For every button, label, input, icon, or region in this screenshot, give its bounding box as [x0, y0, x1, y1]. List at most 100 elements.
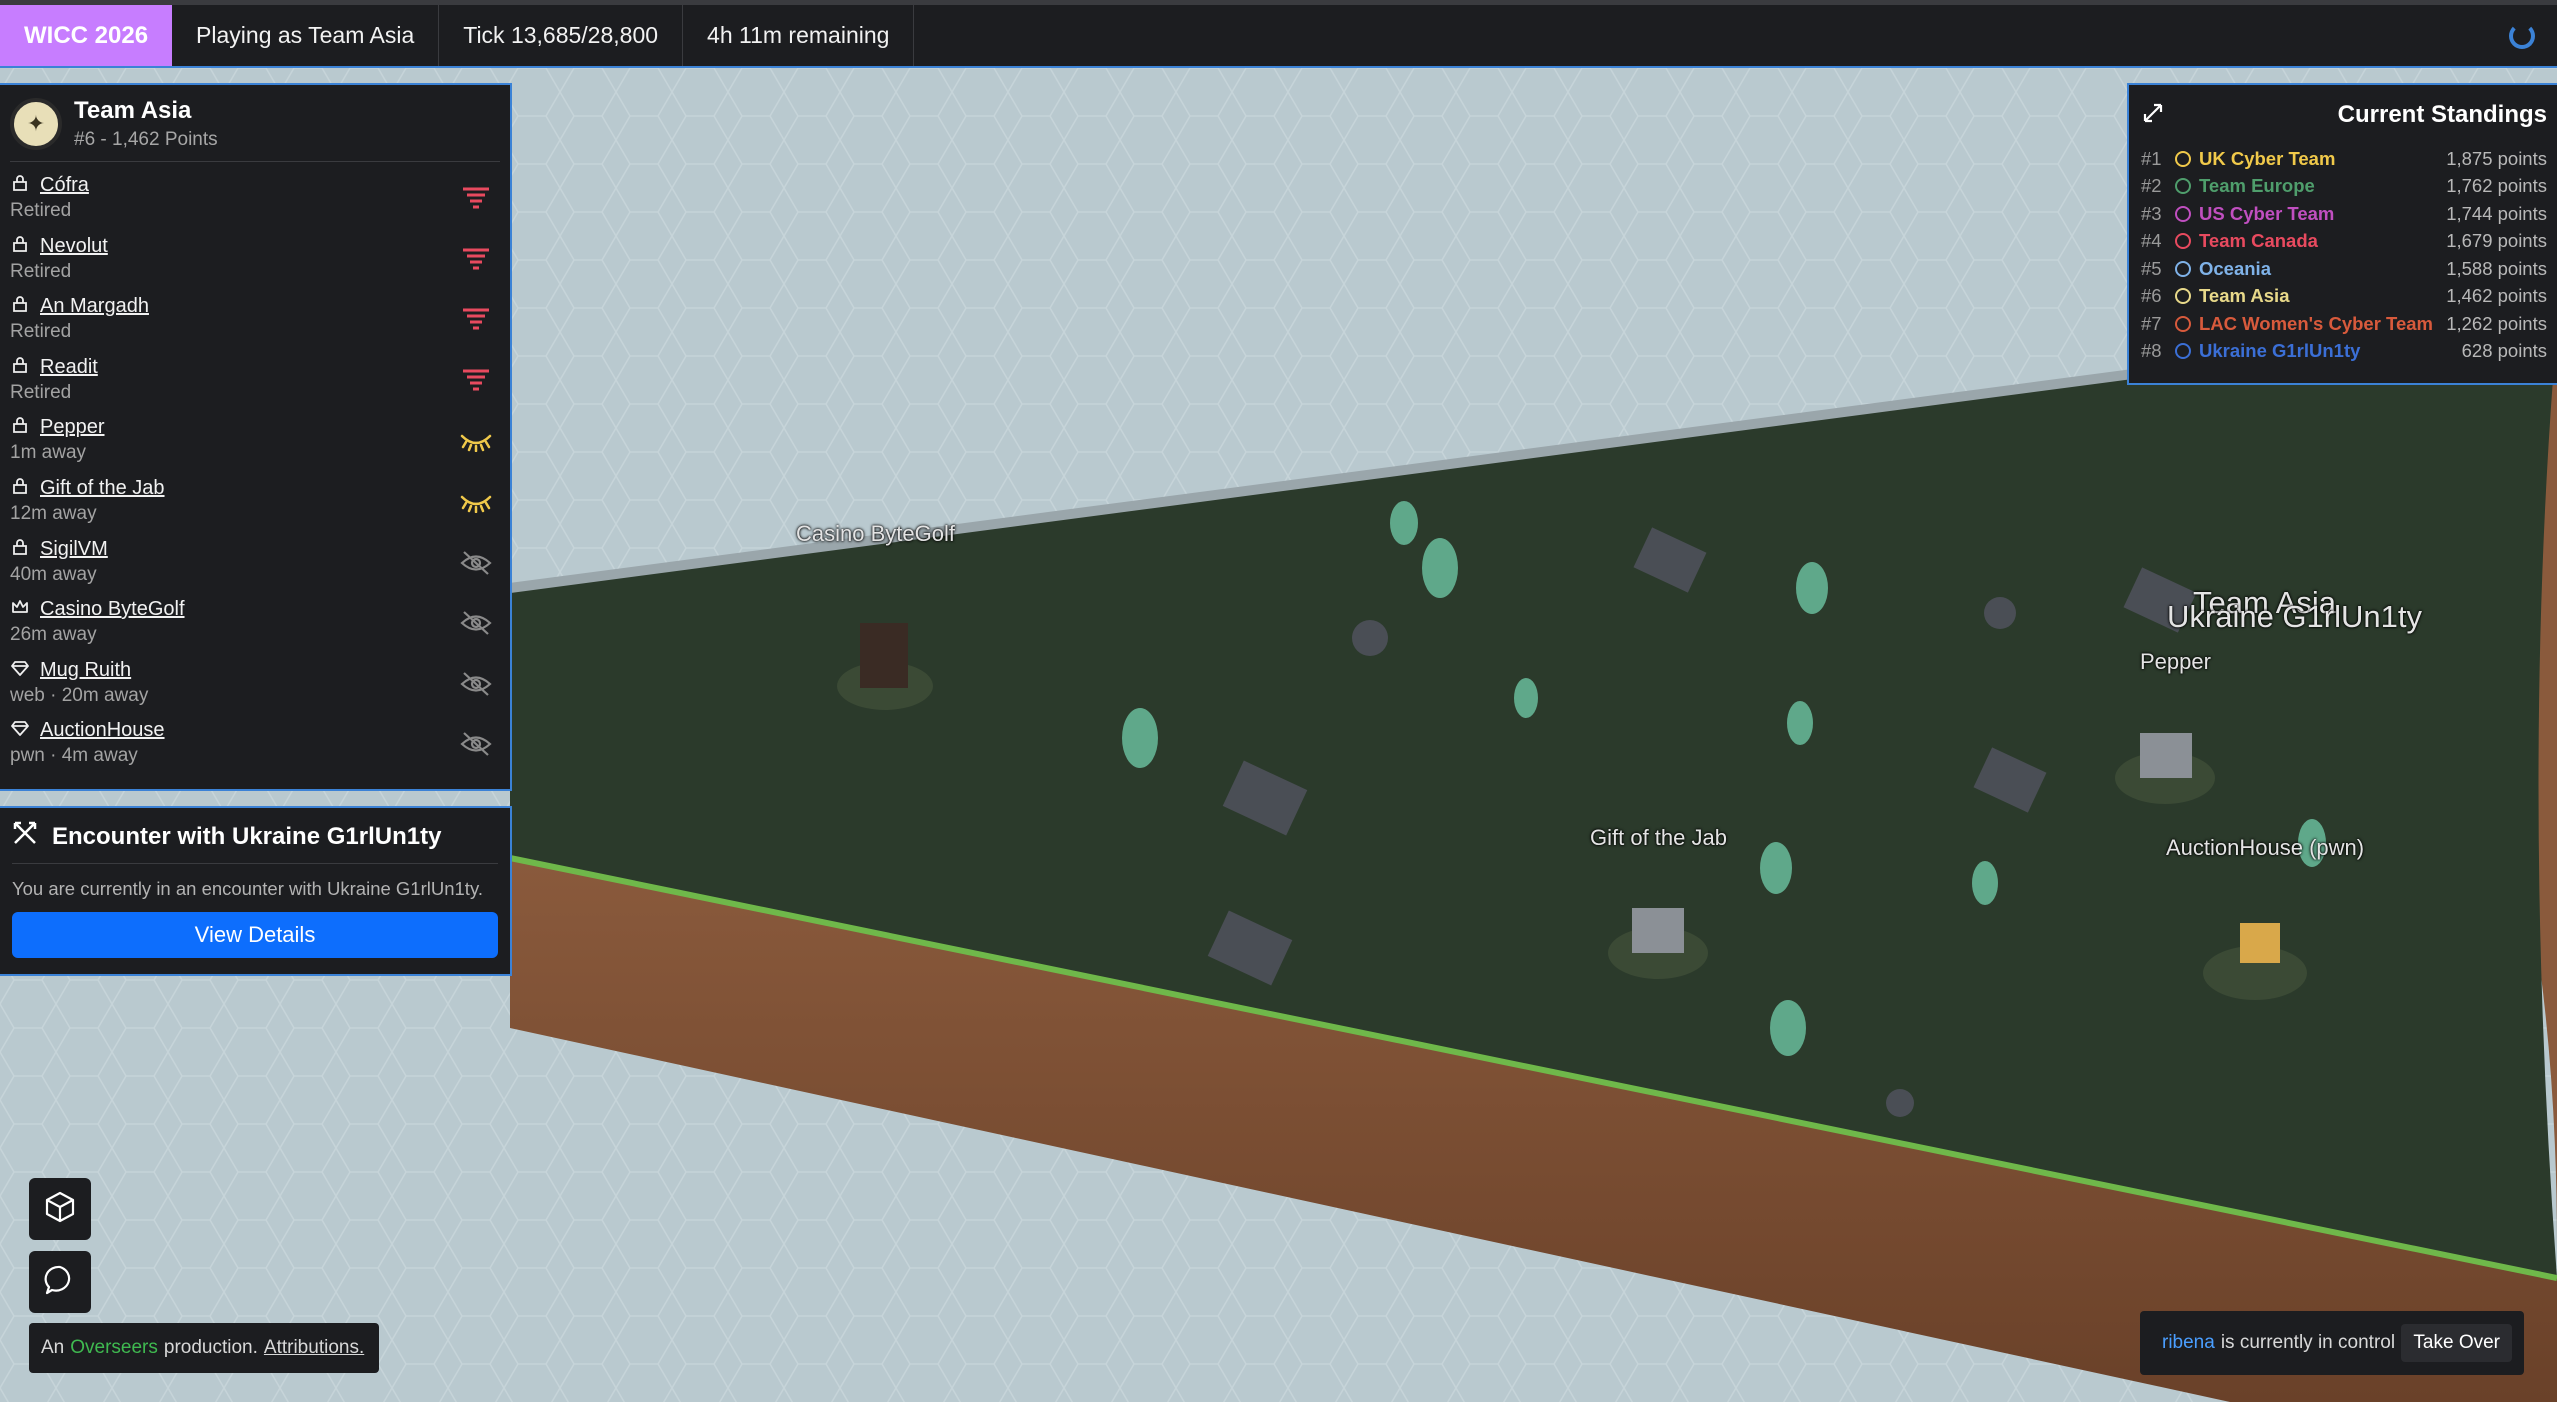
standings-rank: #8: [2141, 340, 2162, 362]
lock-icon: [10, 416, 30, 439]
standings-points: 1,462 points: [2446, 285, 2547, 307]
map-label-pepper: Pepper: [2140, 649, 2211, 674]
credit-middle: production.: [163, 1337, 258, 1358]
service-status: 12m away: [10, 502, 97, 524]
service-name-link[interactable]: Nevolut: [40, 235, 108, 258]
standings-rank: #7: [2141, 312, 2162, 334]
standings-header: Current Standings: [2141, 97, 2547, 133]
retired-status-icon: [458, 305, 494, 335]
service-name-link[interactable]: Pepper: [40, 416, 105, 439]
chat-button[interactable]: [29, 1251, 91, 1313]
attributions-link[interactable]: Attributions.: [264, 1337, 364, 1359]
retired-status-icon: [458, 245, 494, 275]
map-label-gift: Gift of the Jab: [1590, 825, 1727, 850]
standings-list: #1 UK Cyber Team 1,875 points #2 Team Europe…: [2141, 145, 2547, 365]
encounter-header: Encounter with Ukraine G1rlUn1ty: [12, 820, 498, 864]
standings-row[interactable]: #7 LAC Women's Cyber Team 1,262 points: [2141, 310, 2547, 338]
service-item[interactable]: Mug Ruith web · 20m away: [10, 655, 500, 716]
standings-row[interactable]: #3 US Cyber Team 1,744 points: [2141, 200, 2547, 228]
service-item[interactable]: Readit Retired: [10, 352, 500, 413]
standings-row[interactable]: #1 UK Cyber Team 1,875 points: [2141, 145, 2547, 173]
retired-status-icon: [458, 184, 494, 214]
service-item[interactable]: Nevolut Retired: [10, 231, 500, 292]
team-name: Team Asia: [74, 97, 192, 124]
tick-counter: Tick 13,685/28,800: [439, 5, 684, 66]
standings-row[interactable]: #2 Team Europe 1,762 points: [2141, 173, 2547, 201]
control-text: is currently in control: [2220, 1332, 2396, 1353]
standings-row[interactable]: #4 Team Canada 1,679 points: [2141, 228, 2547, 256]
encounter-title: Encounter with Ukraine G1rlUn1ty: [52, 822, 442, 850]
team-rank-points: #6 - 1,462 Points: [74, 129, 218, 150]
expand-icon[interactable]: [2141, 101, 2165, 130]
service-name-link[interactable]: Gift of the Jab: [40, 477, 165, 500]
time-remaining: 4h 11m remaining: [683, 5, 915, 66]
standings-points: 1,762 points: [2446, 175, 2547, 197]
lock-icon: [10, 174, 30, 197]
map-label-auction: AuctionHouse (pwn): [2166, 835, 2365, 860]
view-details-button[interactable]: View Details: [12, 912, 498, 958]
team-emblem-icon: [2175, 233, 2191, 250]
service-title-row: AuctionHouse: [10, 719, 500, 742]
encounter-description: You are currently in an encounter with U…: [12, 878, 483, 899]
service-name-link[interactable]: An Margadh: [40, 295, 149, 318]
standings-title: Current Standings: [2337, 101, 2547, 128]
service-item[interactable]: Casino ByteGolf 26m away: [10, 594, 500, 655]
cube-icon: [43, 1190, 77, 1229]
lock-icon: [10, 477, 30, 500]
standings-points: 1,588 points: [2446, 257, 2547, 279]
hidden-status-icon: [458, 729, 494, 759]
service-name-link[interactable]: AuctionHouse: [40, 719, 165, 742]
take-over-button[interactable]: Take Over: [2401, 1324, 2512, 1362]
standings-team-name: Ukraine G1rlUn1ty: [2199, 340, 2361, 362]
service-item[interactable]: Cófra Retired: [10, 170, 500, 231]
3d-view-button[interactable]: [29, 1178, 91, 1240]
gem-icon: [10, 659, 30, 682]
service-item[interactable]: Pepper 1m away: [10, 412, 500, 473]
service-title-row: Gift of the Jab: [10, 477, 500, 500]
service-status: Retired: [10, 260, 72, 282]
team-emblem-icon: [2175, 260, 2191, 277]
standings-rank: #5: [2141, 257, 2162, 279]
standings-team-name: Team Canada: [2199, 230, 2318, 252]
standings-row[interactable]: #5 Oceania 1,588 points: [2141, 255, 2547, 283]
hidden-status-icon: [458, 669, 494, 699]
standings-row[interactable]: #6 Team Asia 1,462 points: [2141, 283, 2547, 311]
team-emblem-icon: [2175, 288, 2191, 305]
service-status: Retired: [10, 321, 72, 343]
standings-points: 628 points: [2461, 340, 2547, 362]
service-name-link[interactable]: SigilVM: [40, 538, 108, 561]
service-status: web · 20m away: [10, 684, 149, 706]
credit-brand[interactable]: Overseers: [70, 1337, 158, 1359]
retired-status-icon: [458, 366, 494, 396]
service-title-row: Casino ByteGolf: [10, 598, 500, 621]
top-bar: WICC 2026 Playing as Team Asia Tick 13,6…: [0, 0, 2557, 68]
service-item[interactable]: SigilVM 40m away: [10, 534, 500, 595]
service-title-row: Cófra: [10, 174, 500, 197]
service-item[interactable]: Gift of the Jab 12m away: [10, 473, 500, 534]
standings-team-name: Oceania: [2199, 257, 2271, 279]
service-list: Cófra Retired Nevolut Retired An Margadh Reti…: [10, 170, 500, 776]
team-header: ✦ Team Asia #6 - 1,462 Points: [10, 97, 500, 162]
lock-icon: [10, 356, 30, 379]
service-name-link[interactable]: Readit: [40, 356, 98, 379]
chat-bubble-icon: [43, 1263, 77, 1302]
map-label-casino: Casino ByteGolf: [796, 521, 955, 546]
standings-row[interactable]: #8 Ukraine G1rlUn1ty 628 points: [2141, 338, 2547, 366]
service-name-link[interactable]: Mug Ruith: [40, 659, 131, 682]
service-title-row: Readit: [10, 356, 500, 379]
standings-team-name: US Cyber Team: [2199, 202, 2335, 224]
service-name-link[interactable]: Casino ByteGolf: [40, 598, 185, 621]
controller-username[interactable]: ribena: [2162, 1332, 2215, 1354]
team-emblem-icon: [2175, 150, 2191, 167]
service-item[interactable]: AuctionHouse pwn · 4m away: [10, 715, 500, 776]
service-title-row: SigilVM: [10, 538, 500, 561]
standings-points: 1,875 points: [2446, 147, 2547, 169]
encounter-panel: Encounter with Ukraine G1rlUn1ty You are…: [0, 806, 512, 976]
service-name-link[interactable]: Cófra: [40, 174, 89, 197]
team-emblem-icon: [2175, 315, 2191, 332]
service-item[interactable]: An Margadh Retired: [10, 291, 500, 352]
service-status: 40m away: [10, 563, 97, 585]
service-title-row: Mug Ruith: [10, 659, 500, 682]
service-status: Retired: [10, 200, 72, 221]
